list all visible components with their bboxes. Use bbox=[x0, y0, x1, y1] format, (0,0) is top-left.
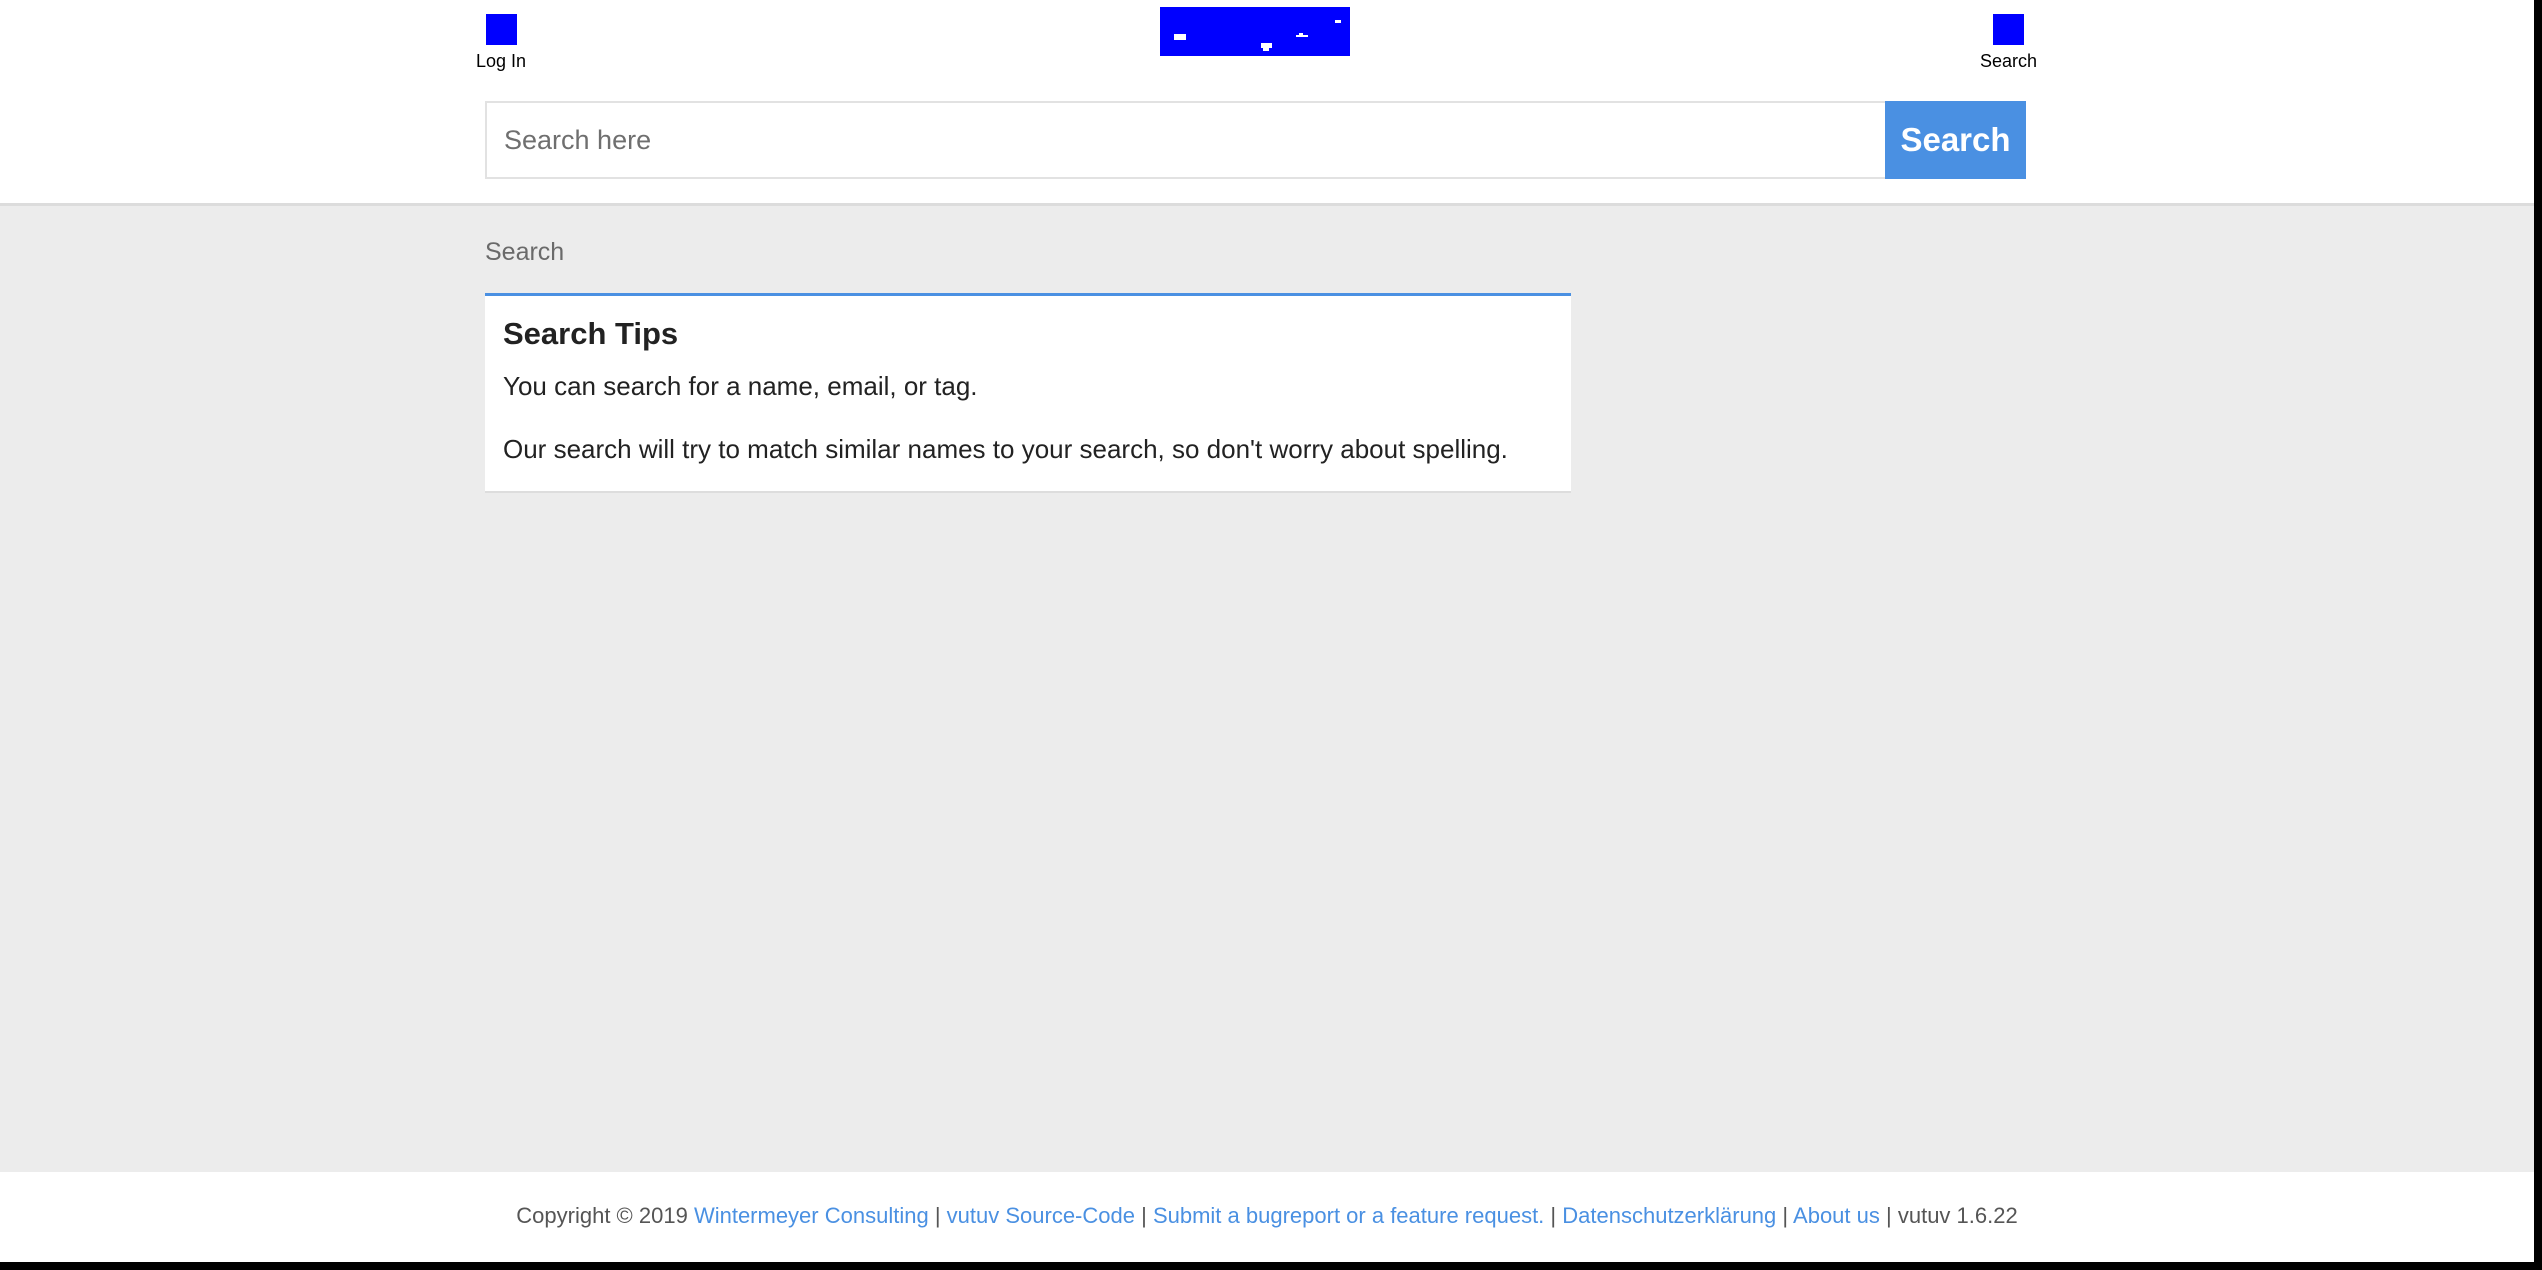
search-form: Search bbox=[485, 101, 2026, 179]
search-nav-label[interactable]: Search bbox=[1980, 51, 2037, 72]
footer-link-privacy[interactable]: Datenschutzerklärung bbox=[1562, 1203, 1776, 1228]
search-nav-link[interactable]: Search bbox=[1980, 14, 2037, 72]
login-icon[interactable] bbox=[485, 14, 517, 45]
login-link[interactable]: Log In bbox=[476, 14, 526, 72]
footer-separator: | bbox=[1550, 1203, 1557, 1228]
page: Log In Search Search Search Search Tips … bbox=[0, 0, 2534, 1262]
search-input[interactable] bbox=[485, 101, 1885, 179]
search-tips-title: Search Tips bbox=[503, 316, 679, 351]
footer-link-wintermeyer-consulting[interactable]: Wintermeyer Consulting bbox=[694, 1203, 929, 1228]
site-header: Log In Search Search bbox=[0, 0, 2534, 206]
footer-separator: | bbox=[934, 1203, 941, 1228]
search-button[interactable]: Search bbox=[1885, 101, 2026, 179]
footer-separator: | bbox=[1782, 1203, 1789, 1228]
footer-line: Copyright © 2019 Wintermeyer Consulting … bbox=[0, 1203, 2534, 1229]
search-tip: Our search will try to match similar nam… bbox=[503, 434, 1508, 464]
search-icon[interactable] bbox=[1993, 14, 2025, 45]
site-logo[interactable] bbox=[1160, 7, 1350, 56]
footer-separator: | bbox=[1141, 1203, 1147, 1228]
login-label[interactable]: Log In bbox=[476, 51, 526, 72]
footer-separator: | bbox=[1886, 1203, 1892, 1228]
footer-link-source-code[interactable]: vutuv Source-Code bbox=[947, 1203, 1135, 1228]
footer-link-bugreport[interactable]: Submit a bugreport or a feature request. bbox=[1153, 1203, 1544, 1228]
copyright-text: Copyright © 2019 bbox=[516, 1203, 688, 1228]
footer-link-about-us[interactable]: About us bbox=[1793, 1203, 1880, 1228]
breadcrumb: Search bbox=[485, 238, 565, 266]
site-footer: Copyright © 2019 Wintermeyer Consulting … bbox=[0, 1172, 2534, 1262]
search-tip: You can search for a name, email, or tag… bbox=[503, 371, 978, 401]
version-text: vutuv 1.6.22 bbox=[1897, 1203, 2018, 1228]
search-tips-card: Search Tips You can search for a name, e… bbox=[485, 293, 1571, 493]
